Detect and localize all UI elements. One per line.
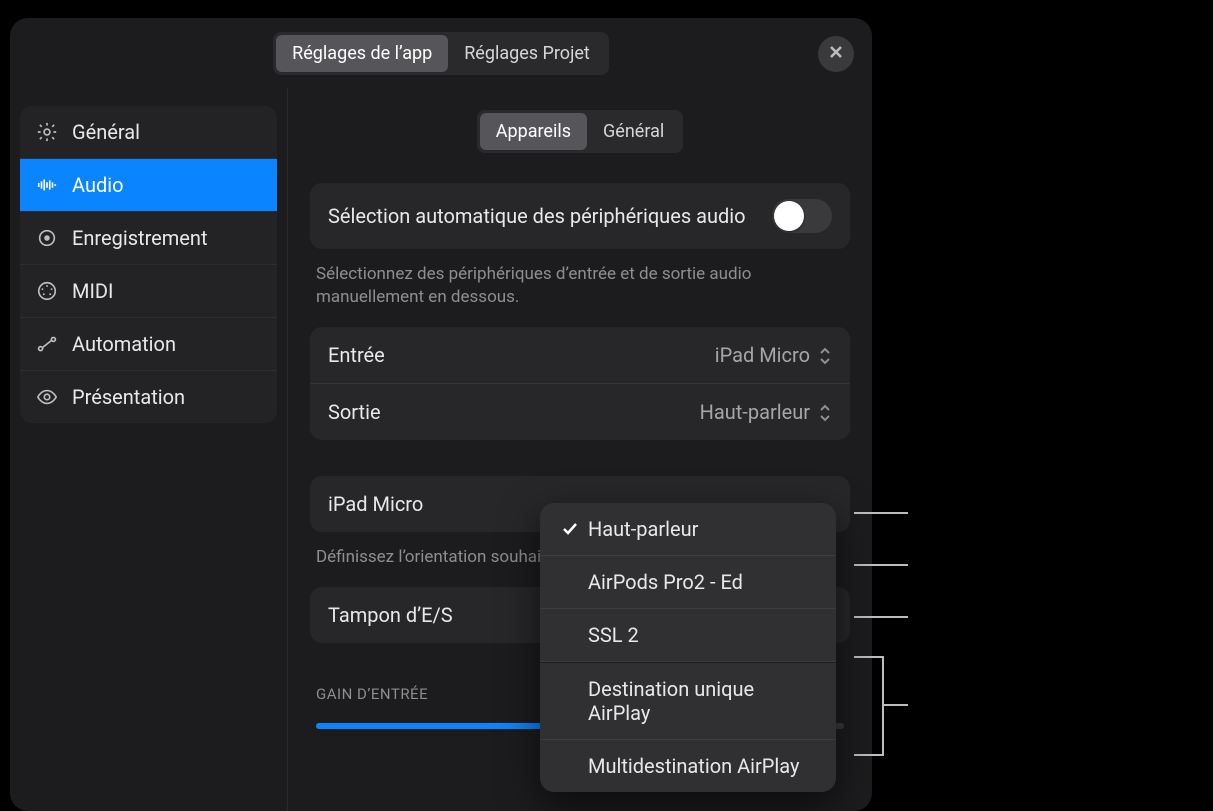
settings-window: Réglages de l’app Réglages Projet Généra…	[10, 18, 872, 811]
topbar: Réglages de l’app Réglages Projet	[10, 18, 872, 88]
menu-item-airpods[interactable]: AirPods Pro2 - Ed	[540, 556, 836, 609]
menu-item-label: Haut-parleur	[588, 517, 698, 541]
close-button[interactable]	[818, 36, 854, 72]
menu-item-label: Destination unique AirPlay	[588, 677, 818, 725]
auto-select-label: Sélection automatique des périphériques …	[328, 204, 746, 228]
gear-icon	[36, 121, 58, 143]
sidebar-item-presentation[interactable]: Présentation	[20, 371, 277, 423]
menu-item-label: Multidestination AirPlay	[588, 754, 799, 778]
sidebar-item-recording[interactable]: Enregistrement	[20, 212, 277, 265]
callout-line	[882, 704, 908, 706]
eye-icon	[36, 386, 58, 408]
output-row[interactable]: Sortie Haut-parleur	[310, 384, 850, 440]
io-card: Entrée iPad Micro Sortie Haut-parleur	[310, 327, 850, 440]
sidebar-item-general[interactable]: Général	[20, 106, 277, 159]
sidebar-item-label: Général	[72, 120, 140, 144]
midi-icon	[36, 280, 58, 302]
automation-icon	[36, 333, 58, 355]
sidebar-item-label: MIDI	[72, 279, 113, 303]
menu-item-airplay-single[interactable]: Destination unique AirPlay	[540, 663, 836, 740]
callout-line	[854, 656, 882, 658]
sidebar-panel: Général Audio Enregistrement	[20, 106, 277, 423]
tab-project-settings[interactable]: Réglages Projet	[448, 35, 606, 72]
output-label: Sortie	[328, 400, 381, 424]
sidebar-item-label: Automation	[72, 332, 176, 356]
sub-tab-general[interactable]: Général	[587, 113, 680, 150]
input-value: iPad Micro	[715, 343, 810, 367]
sidebar-item-label: Audio	[72, 173, 124, 197]
auto-select-toggle[interactable]	[772, 199, 832, 233]
sub-tab-bar: Appareils Général	[310, 110, 850, 153]
toggle-knob	[774, 201, 804, 231]
sidebar: Général Audio Enregistrement	[10, 88, 288, 811]
buffer-label: Tampon d’E/S	[328, 603, 453, 627]
sub-tab-devices[interactable]: Appareils	[480, 113, 587, 150]
callout-line	[854, 564, 908, 566]
sidebar-item-audio[interactable]: Audio	[20, 159, 277, 212]
checkmark-icon	[558, 520, 582, 538]
input-label: Entrée	[328, 343, 385, 367]
callout-line	[854, 616, 908, 618]
top-segmented-control: Réglages de l’app Réglages Projet	[273, 32, 609, 75]
sidebar-item-label: Enregistrement	[72, 226, 208, 250]
waveform-icon	[36, 174, 58, 196]
content-pane: Appareils Général Sélection automatique …	[288, 88, 872, 811]
output-value: Haut-parleur	[700, 400, 810, 424]
menu-item-airplay-multi[interactable]: Multidestination AirPlay	[540, 740, 836, 792]
device-name: iPad Micro	[328, 492, 423, 516]
chevron-up-down-icon	[818, 346, 832, 364]
tab-app-settings[interactable]: Réglages de l’app	[276, 35, 448, 72]
sidebar-item-midi[interactable]: MIDI	[20, 265, 277, 318]
auto-select-row: Sélection automatique des périphériques …	[310, 183, 850, 249]
input-row[interactable]: Entrée iPad Micro	[310, 327, 850, 384]
record-icon	[36, 227, 58, 249]
menu-item-speaker[interactable]: Haut-parleur	[540, 503, 836, 556]
menu-item-label: AirPods Pro2 - Ed	[588, 570, 743, 594]
sidebar-item-label: Présentation	[72, 385, 185, 409]
callout-line	[882, 656, 884, 756]
chevron-up-down-icon	[818, 403, 832, 421]
auto-select-help: Sélectionnez des périphériques d’entrée …	[310, 263, 850, 327]
close-icon	[828, 44, 844, 64]
output-menu: Haut-parleur AirPods Pro2 - Ed SSL 2 Des…	[540, 503, 836, 792]
sidebar-item-automation[interactable]: Automation	[20, 318, 277, 371]
menu-item-ssl2[interactable]: SSL 2	[540, 609, 836, 662]
callout-line	[854, 512, 908, 514]
callout-line	[854, 754, 882, 756]
menu-item-label: SSL 2	[588, 623, 639, 647]
